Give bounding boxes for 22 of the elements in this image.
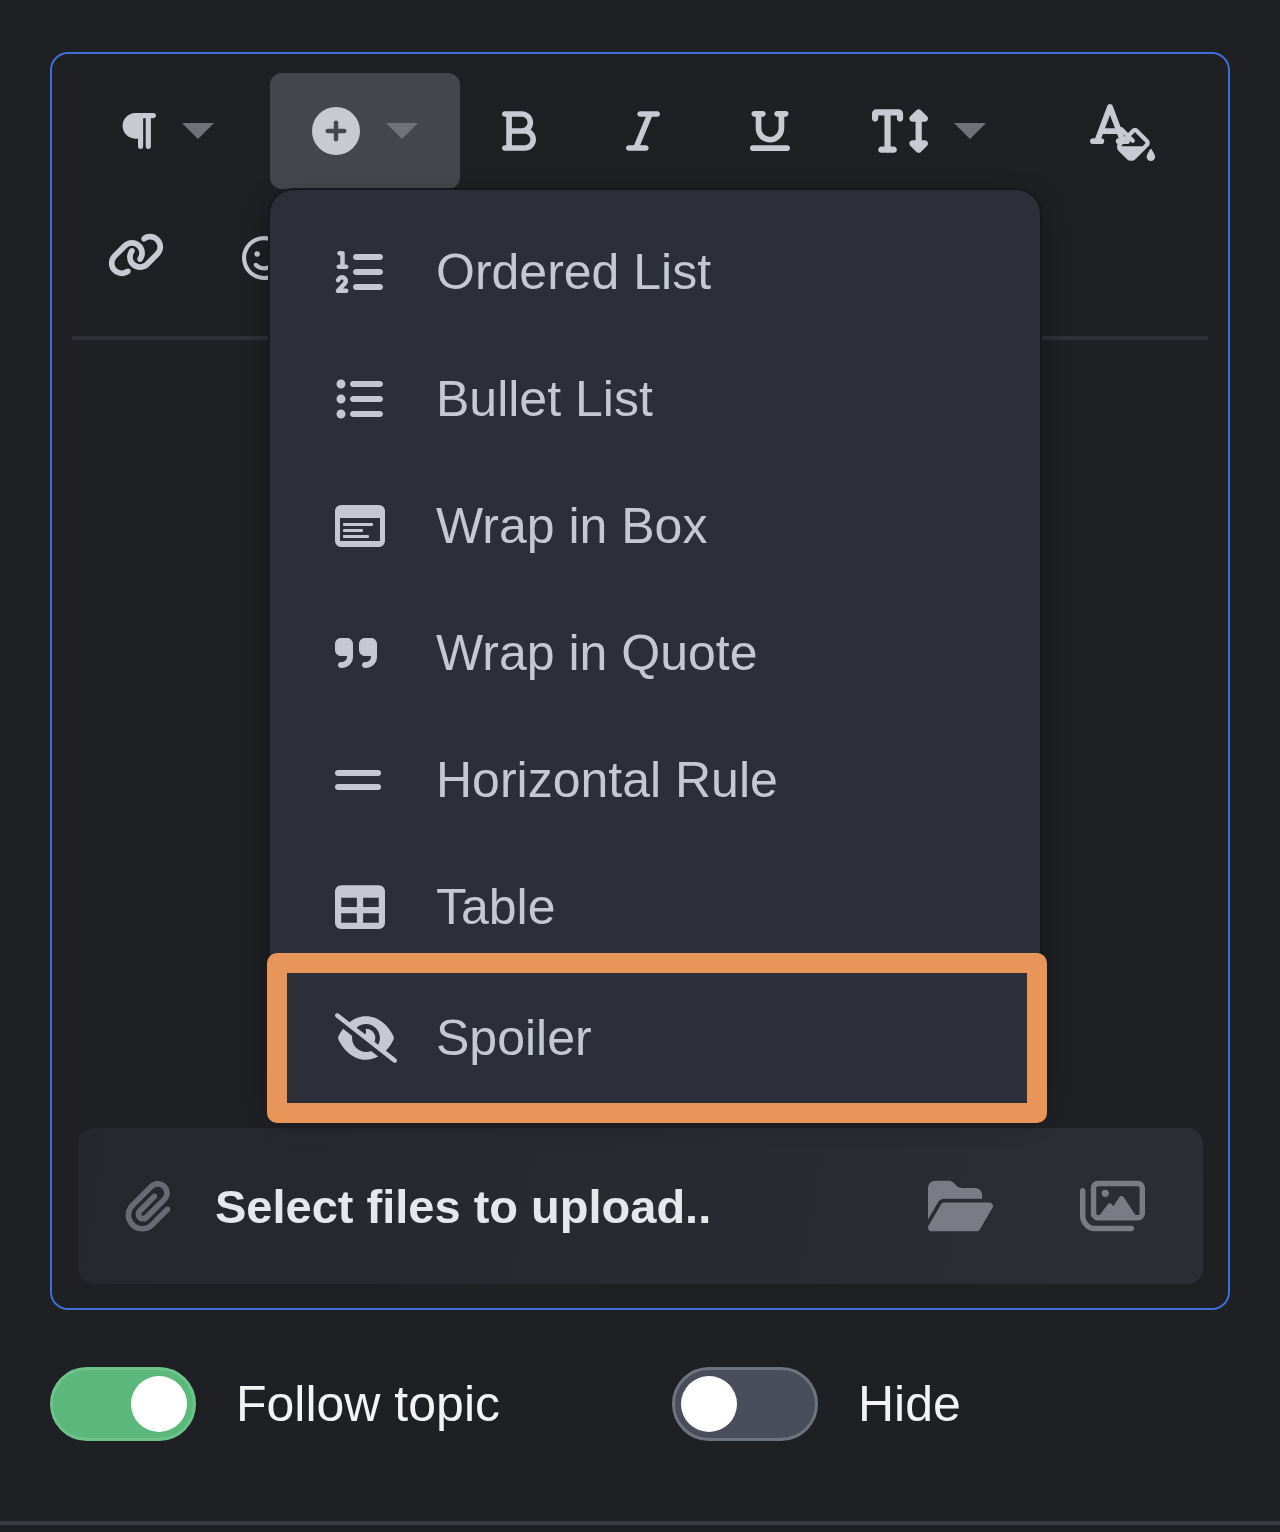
eye-slash-icon: [335, 1013, 397, 1063]
upload-label[interactable]: Select files to upload..: [215, 1178, 712, 1234]
menu-item[interactable]: Bullet List: [270, 335, 1040, 462]
italic-icon: [626, 108, 660, 154]
text-color-icon: [1090, 101, 1156, 161]
text-height-icon: [872, 106, 928, 156]
bold-icon: [502, 108, 536, 154]
paragraph-icon: [120, 110, 156, 152]
toggle-label[interactable]: Follow topic: [236, 1375, 500, 1433]
double-line-icon: [335, 769, 381, 790]
menu-item[interactable]: Ordered List: [270, 208, 1040, 335]
menu-item[interactable]: Wrap in Box: [270, 462, 1040, 589]
menu-item[interactable]: Spoiler: [267, 953, 1047, 1123]
link-icon: [107, 232, 165, 278]
smiley-icon: [242, 236, 269, 280]
menu-item[interactable]: Wrap in Quote: [270, 589, 1040, 716]
toggle-label[interactable]: Hide: [858, 1375, 961, 1433]
underline-icon: [750, 108, 790, 154]
paperclip-icon: [125, 1180, 171, 1232]
menu-item[interactable]: Horizontal Rule: [270, 716, 1040, 843]
text-box-icon: [335, 504, 385, 547]
insert-button[interactable]: [270, 73, 460, 189]
